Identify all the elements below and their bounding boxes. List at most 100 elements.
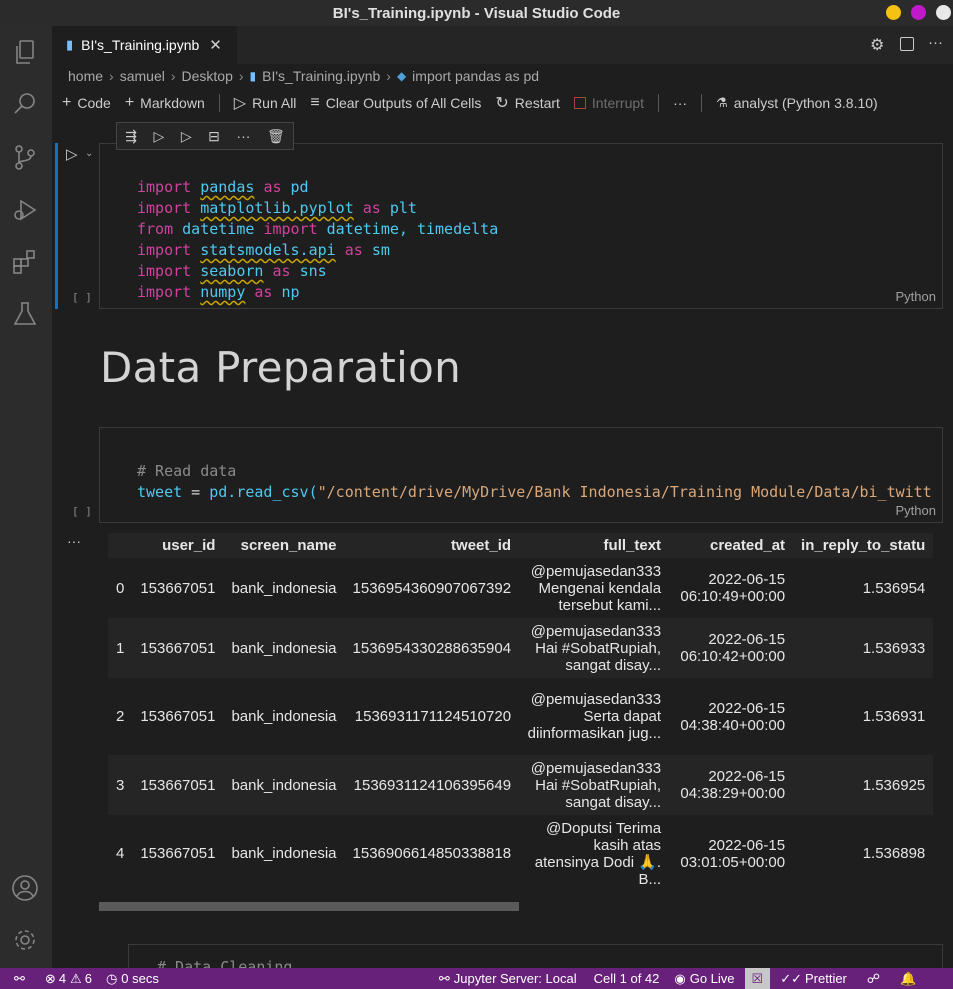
jupyter-server-indicator[interactable]: ⚯ Jupyter Server: Local <box>439 971 577 987</box>
kernel-picker[interactable]: ⚗ analyst (Python 3.8.10) <box>716 95 878 111</box>
close-tab-icon[interactable]: ✕ <box>209 36 222 54</box>
search-icon[interactable] <box>11 90 39 118</box>
plus-icon: + <box>62 94 72 111</box>
tab-notebook[interactable]: ▮ BI's_Training.ipynb ✕ <box>52 26 237 64</box>
warning-icon: ⚠ <box>70 970 82 986</box>
breadcrumb-desktop[interactable]: Desktop <box>182 68 233 84</box>
more-icon[interactable]: ··· <box>236 128 250 144</box>
copilot-icon[interactable]: ☒ <box>744 968 771 989</box>
add-code-cell-button[interactable]: + Code <box>62 94 111 112</box>
table-row: 2 153667051 bank_indonesia 1536931171124… <box>116 691 926 742</box>
notebook-settings-icon[interactable]: ⚙ <box>870 35 884 55</box>
run-above-icon[interactable]: ⇶ <box>125 128 137 145</box>
restart-button[interactable]: ↻ Restart <box>495 93 560 113</box>
code-line: import statsmodels.api as sm <box>137 241 390 259</box>
toolbar-divider <box>218 94 220 112</box>
breadcrumb-samuel[interactable]: samuel <box>120 68 165 84</box>
notebook-file-icon: ▮ <box>249 69 257 83</box>
code-line: from datetime import datetime, timedelta <box>137 220 499 238</box>
column-header: user_id <box>132 533 224 558</box>
breadcrumb-home[interactable]: home <box>68 68 103 84</box>
code-line: # Read data <box>137 462 237 480</box>
check-icon: ✓✓ <box>780 970 802 986</box>
toolbar-divider <box>658 94 660 112</box>
activity-bar <box>0 26 52 968</box>
horizontal-scrollbar[interactable] <box>99 902 519 911</box>
dataframe-output: user_id screen_name tweet_id full_text c… <box>108 533 953 905</box>
clear-all-icon: ≡ <box>310 94 320 111</box>
toolbar-divider <box>701 94 703 112</box>
stop-icon <box>573 97 586 109</box>
title-bar: BI's_Training.ipynb - Visual Studio Code <box>0 0 953 26</box>
error-icon: ⊗ <box>44 970 56 986</box>
settings-gear-icon[interactable] <box>11 926 39 954</box>
execution-count: [ ] <box>72 505 92 518</box>
plug-icon: ⚯ <box>438 970 450 986</box>
problems-indicator[interactable]: ⊗ 4 ⚠ 6 <box>45 971 92 987</box>
table-row: 4 153667051 bank_indonesia 1536906614850… <box>116 819 926 888</box>
code-line: import matplotlib.pyplot as plt <box>137 199 417 217</box>
chevron-right-icon: › <box>109 68 114 84</box>
run-by-line-icon[interactable]: ▷ <box>154 128 165 145</box>
clear-outputs-button[interactable]: ≡ Clear Outputs of All Cells <box>310 94 481 112</box>
go-live-button[interactable]: ◉ Go Live <box>674 971 734 987</box>
markdown-heading: Data Preparation <box>100 343 462 392</box>
notifications-bell-icon[interactable]: 🔔 <box>900 971 916 987</box>
table-row: 1 153667051 bank_indonesia 1536954330288… <box>108 618 934 678</box>
chevron-down-icon[interactable]: ⌄ <box>85 148 93 159</box>
maximize-button[interactable] <box>911 5 926 20</box>
code-cell-read-data[interactable]: # Read data tweet = pd.read_csv("/content… <box>99 427 943 523</box>
add-markdown-cell-button[interactable]: + Markdown <box>125 94 205 112</box>
more-actions-icon[interactable]: ··· <box>928 34 943 51</box>
timer-indicator[interactable]: ◷ 0 secs <box>106 971 159 987</box>
code-editor[interactable]: # Read data tweet = pd.read_csv("/content… <box>137 440 932 522</box>
accounts-icon[interactable] <box>11 874 39 902</box>
status-bar: ⚯ ⊗ 4 ⚠ 6 ◷ 0 secs ⚯ Jupyter Server: Loc… <box>0 968 953 989</box>
cell-language-label[interactable]: Python <box>896 289 936 304</box>
source-control-icon[interactable] <box>11 143 39 171</box>
chevron-right-icon: › <box>170 68 176 84</box>
python-icon: ◆ <box>396 69 407 83</box>
clock-icon: ◷ <box>105 970 118 986</box>
cell-language-label[interactable]: Python <box>896 503 936 518</box>
notebook-toolbar: + Code + Markdown ▷ Run All ≡ Clear Outp… <box>52 88 953 118</box>
feedback-icon[interactable]: ☍ <box>867 971 880 987</box>
execution-count: [ ] <box>72 291 92 304</box>
breadcrumb-file[interactable]: BI's_Training.ipynb <box>262 68 380 84</box>
column-header: in_reply_to_statu <box>793 533 934 558</box>
column-header: created_at <box>669 533 794 558</box>
run-all-button[interactable]: ▷ Run All <box>234 93 297 113</box>
remote-icon[interactable]: ⚯ <box>14 971 25 987</box>
dataframe-table: user_id screen_name tweet_id full_text c… <box>108 533 934 892</box>
run-cell-icon[interactable]: ▷ <box>66 145 78 163</box>
code-cell-imports[interactable]: import pandas as pd import matplotlib.pyp… <box>99 143 943 309</box>
run-below-icon[interactable]: ▷ <box>181 128 192 145</box>
run-all-icon: ▷ <box>233 95 247 112</box>
run-debug-icon[interactable] <box>11 196 39 224</box>
toolbar-more-button[interactable]: ··· <box>673 95 687 111</box>
extensions-icon[interactable] <box>11 248 39 276</box>
explorer-icon[interactable] <box>11 38 39 66</box>
column-header <box>108 533 133 558</box>
table-row: 3 153667051 bank_indonesia 1536931124106… <box>108 755 934 815</box>
testing-icon[interactable] <box>11 300 39 328</box>
column-header: full_text <box>519 533 670 558</box>
breadcrumb: home › samuel › Desktop › ▮ BI's_Trainin… <box>68 64 539 88</box>
prettier-button[interactable]: ✓✓ Prettier <box>780 971 847 987</box>
window-title: BI's_Training.ipynb - Visual Studio Code <box>332 4 621 22</box>
split-cell-icon[interactable]: ⊟ <box>208 128 220 145</box>
column-header: tweet_id <box>344 533 520 558</box>
plus-icon: + <box>124 94 135 111</box>
code-editor[interactable]: import pandas as pd import matplotlib.pyp… <box>137 156 498 345</box>
output-more-icon[interactable]: ··· <box>67 533 81 549</box>
notebook-file-icon: ▮ <box>66 37 74 52</box>
delete-icon[interactable]: 🗑 <box>267 128 285 145</box>
breadcrumb-cell[interactable]: import pandas as pd <box>412 68 539 84</box>
chevron-right-icon: › <box>238 68 244 84</box>
minimize-button[interactable] <box>886 5 901 20</box>
cell-toolbar: ⇶ ▷ ▷ ⊟ ··· 🗑 <box>116 122 294 150</box>
interrupt-button[interactable]: Interrupt <box>573 95 644 111</box>
cell-position[interactable]: Cell 1 of 42 <box>594 971 660 986</box>
split-editor-icon[interactable] <box>900 37 914 51</box>
close-window-button[interactable] <box>936 5 951 20</box>
